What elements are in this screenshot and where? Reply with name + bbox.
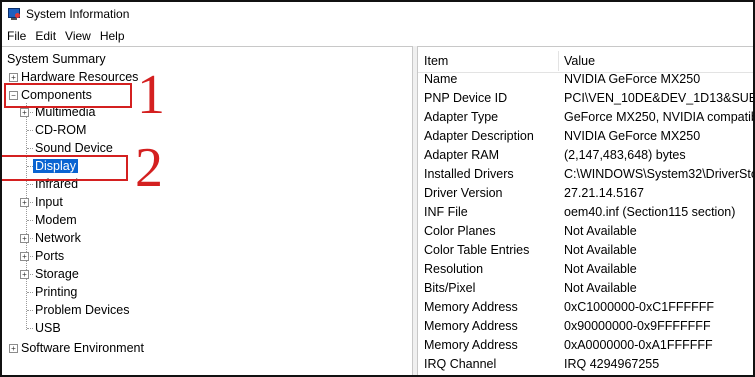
window-title: System Information (26, 7, 130, 21)
menu-bar: File Edit View Help (2, 26, 753, 46)
cell-value: Not Available (564, 262, 637, 276)
cell-item: IRQ Channel (424, 357, 497, 371)
table-row[interactable]: Adapter RAM (2,147,483,648) bytes (418, 146, 753, 165)
tree-item-label: Storage (35, 267, 79, 281)
column-header-item[interactable]: Item (424, 53, 448, 69)
tree-item-label: USB (35, 321, 61, 335)
cell-item: Resolution (424, 262, 484, 276)
cell-value: 0xC1000000-0xC1FFFFFF (564, 300, 715, 314)
table-row[interactable]: Memory Address 0x90000000-0x9FFFFFFF (418, 317, 753, 336)
table-row[interactable]: Adapter Description NVIDIA GeForce MX250 (418, 127, 753, 146)
table-row[interactable]: Resolution Not Available (418, 260, 753, 279)
table-row[interactable]: Color Table Entries Not Available (418, 241, 753, 260)
cell-item: Adapter RAM (424, 148, 500, 162)
annotation-number-2: 2 (135, 137, 163, 199)
cell-item: Adapter Type (424, 110, 499, 124)
table-row[interactable]: Adapter Type GeForce MX250, NVIDIA compa… (418, 108, 753, 127)
cell-item: Memory Address (424, 319, 518, 333)
expand-plus-icon[interactable]: + (9, 344, 18, 353)
annotation-box-components (4, 83, 132, 108)
tree-item-label: Network (35, 231, 81, 245)
tree-item-label: Sound Device (35, 141, 113, 155)
cell-value: NVIDIA GeForce MX250 (564, 129, 701, 143)
cell-value: oem40.inf (Section115 section) (564, 205, 736, 219)
menu-edit[interactable]: Edit (31, 29, 60, 43)
menu-file[interactable]: File (3, 29, 30, 43)
title-bar: System Information (2, 2, 753, 26)
details-list: Item Value Name NVIDIA GeForce MX250 PNP… (418, 46, 753, 375)
expand-plus-icon[interactable]: + (9, 73, 18, 82)
tree-item-problem-devices[interactable]: Problem Devices (35, 301, 129, 319)
cell-value: C:\WINDOWS\System32\DriverStore (564, 167, 753, 181)
table-row[interactable]: Bits/Pixel Not Available (418, 279, 753, 298)
tree-item-usb[interactable]: USB (35, 319, 61, 337)
tree-item-modem[interactable]: Modem (35, 211, 77, 229)
cell-value: IRQ 4294967255 (564, 357, 660, 371)
column-divider[interactable] (558, 51, 559, 71)
cell-value: 0x90000000-0x9FFFFFFF (564, 319, 711, 333)
cell-value: Not Available (564, 243, 637, 257)
cell-item: Name (424, 72, 458, 86)
tree-item-label: System Summary (7, 52, 106, 66)
table-row[interactable]: Memory Address 0xC1000000-0xC1FFFFFF (418, 298, 753, 317)
cell-item: INF File (424, 205, 468, 219)
tree-item-cd-rom[interactable]: CD-ROM (35, 121, 86, 139)
cell-item: Installed Drivers (424, 167, 514, 181)
cell-item: Color Table Entries (424, 243, 530, 257)
column-header-value[interactable]: Value (564, 53, 595, 69)
table-row[interactable]: Color Planes Not Available (418, 222, 753, 241)
tree-guide-line (26, 103, 27, 330)
cell-value: NVIDIA GeForce MX250 (564, 72, 701, 86)
tree-item-label: Printing (35, 285, 78, 299)
cell-value: Not Available (564, 281, 637, 295)
menu-view[interactable]: View (61, 29, 95, 43)
cell-item: Bits/Pixel (424, 281, 476, 295)
cell-value: (2,147,483,648) bytes (564, 148, 686, 162)
expand-plus-icon[interactable]: + (20, 198, 29, 207)
table-row[interactable]: PNP Device ID PCI\VEN_10DE&DEV_1D13&SUBS… (418, 89, 753, 108)
cell-value: 27.21.14.5167 (564, 186, 644, 200)
tree-item-label: Input (35, 195, 63, 209)
cell-item: Color Planes (424, 224, 496, 238)
tree-item-label: Modem (35, 213, 77, 227)
cell-item: Memory Address (424, 300, 518, 314)
cell-item: Memory Address (424, 338, 518, 352)
category-tree: System Summary + Hardware Resources − Co… (2, 46, 412, 375)
table-row[interactable]: Driver Version 27.21.14.5167 (418, 184, 753, 203)
cell-item: Driver Version (424, 186, 503, 200)
cell-item: PNP Device ID (424, 91, 508, 105)
cell-value: Not Available (564, 224, 637, 238)
system-information-window: System Information File Edit View Help S… (0, 0, 755, 377)
annotation-box-display (2, 155, 128, 181)
table-row[interactable]: Installed Drivers C:\WINDOWS\System32\Dr… (418, 165, 753, 184)
tree-item-label: CD-ROM (35, 123, 87, 137)
expand-plus-icon[interactable]: + (20, 270, 29, 279)
tree-item-label: Problem Devices (35, 303, 130, 317)
tree-item-label: Software Environment (21, 341, 144, 355)
table-row[interactable]: Memory Address 0xA0000000-0xA1FFFFFF (418, 336, 753, 355)
tree-item-system-summary[interactable]: System Summary (7, 50, 106, 68)
menu-help[interactable]: Help (96, 29, 129, 43)
expand-plus-icon[interactable]: + (20, 252, 29, 261)
table-row[interactable]: INF File oem40.inf (Section115 section) (418, 203, 753, 222)
expand-plus-icon[interactable]: + (20, 108, 29, 117)
tree-item-printing[interactable]: Printing (35, 283, 77, 301)
expand-plus-icon[interactable]: + (20, 234, 29, 243)
cell-value: GeForce MX250, NVIDIA compatible (564, 110, 753, 124)
cell-value: PCI\VEN_10DE&DEV_1D13&SUBSYS (564, 91, 753, 105)
cell-value: 0xA0000000-0xA1FFFFFF (564, 338, 713, 352)
cell-item: Adapter Description (424, 129, 534, 143)
system-information-icon (7, 7, 21, 21)
annotation-number-1: 1 (137, 64, 165, 126)
tree-item-label: Ports (35, 249, 65, 263)
table-row[interactable]: IRQ Channel IRQ 4294967255 (418, 355, 753, 374)
table-row[interactable]: Name NVIDIA GeForce MX250 (418, 70, 753, 89)
